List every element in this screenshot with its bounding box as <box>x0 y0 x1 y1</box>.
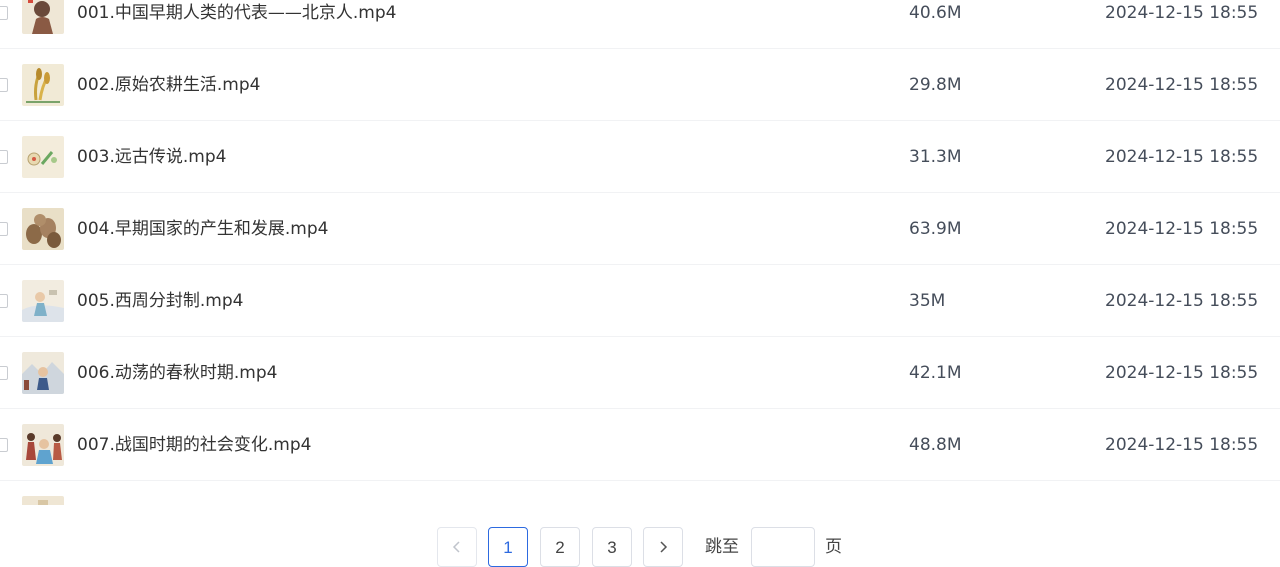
page-suffix-label: 页 <box>825 537 842 557</box>
page-button-2[interactable]: 2 <box>540 527 580 567</box>
page-button-1[interactable]: 1 <box>488 527 528 567</box>
next-page-button[interactable] <box>643 527 683 567</box>
row-checkbox[interactable] <box>0 294 8 308</box>
file-size: 29.8M <box>909 75 962 95</box>
file-row[interactable]: 005.西周分封制.mp4 35M 2024-12-15 18:55 <box>0 265 1280 337</box>
file-name[interactable]: 006.动荡的春秋时期.mp4 <box>77 361 277 385</box>
file-size: 35M <box>909 291 946 311</box>
page-button-3[interactable]: 3 <box>592 527 632 567</box>
prev-page-button[interactable] <box>437 527 477 567</box>
file-row[interactable]: 007.战国时期的社会变化.mp4 48.8M 2024-12-15 18:55 <box>0 409 1280 481</box>
file-row[interactable]: 004.早期国家的产生和发展.mp4 63.9M 2024-12-15 18:5… <box>0 193 1280 265</box>
video-thumbnail[interactable] <box>22 496 64 505</box>
file-row[interactable]: 006.动荡的春秋时期.mp4 42.1M 2024-12-15 18:55 <box>0 337 1280 409</box>
chevron-left-icon <box>452 541 460 553</box>
video-thumbnail[interactable] <box>22 352 64 394</box>
file-name[interactable]: 007.战国时期的社会变化.mp4 <box>77 433 311 457</box>
file-date: 2024-12-15 18:55 <box>1105 219 1259 239</box>
file-size: 42.1M <box>909 363 962 383</box>
row-checkbox[interactable] <box>0 6 8 20</box>
file-name[interactable]: 002.原始农耕生活.mp4 <box>77 73 260 97</box>
file-size: 40.6M <box>909 3 962 23</box>
file-date: 2024-12-15 18:55 <box>1105 75 1259 95</box>
file-date: 2024-12-15 18:55 <box>1105 363 1259 383</box>
video-thumbnail[interactable] <box>22 64 64 106</box>
file-name[interactable]: 005.西周分封制.mp4 <box>77 289 243 313</box>
video-thumbnail[interactable] <box>22 136 64 178</box>
file-name[interactable]: 001.中国早期人类的代表——北京人.mp4 <box>77 1 396 25</box>
file-date: 2024-12-15 18:55 <box>1105 291 1259 311</box>
file-size: 48.8M <box>909 435 962 455</box>
chevron-right-icon <box>660 541 668 553</box>
file-date: 2024-12-15 18:55 <box>1105 147 1259 167</box>
file-date: 2024-12-15 18:55 <box>1105 435 1259 455</box>
file-row[interactable]: 001.中国早期人类的代表——北京人.mp4 40.6M 2024-12-15 … <box>0 0 1280 49</box>
video-thumbnail[interactable] <box>22 424 64 466</box>
file-row[interactable]: 003.远古传说.mp4 31.3M 2024-12-15 18:55 <box>0 121 1280 193</box>
file-row-partial[interactable] <box>0 481 1280 505</box>
row-checkbox[interactable] <box>0 222 8 236</box>
video-thumbnail[interactable] <box>22 280 64 322</box>
file-date: 2024-12-15 18:55 <box>1105 3 1259 23</box>
video-thumbnail[interactable] <box>22 208 64 250</box>
row-checkbox[interactable] <box>0 78 8 92</box>
row-checkbox[interactable] <box>0 150 8 164</box>
file-list: 001.中国早期人类的代表——北京人.mp4 40.6M 2024-12-15 … <box>0 0 1280 505</box>
jump-page-input[interactable] <box>751 527 815 567</box>
row-checkbox[interactable] <box>0 438 8 452</box>
jump-to-label: 跳至 <box>705 537 739 557</box>
file-size: 31.3M <box>909 147 962 167</box>
row-checkbox[interactable] <box>0 366 8 380</box>
video-thumbnail[interactable] <box>22 0 64 34</box>
file-size: 63.9M <box>909 219 962 239</box>
file-name[interactable]: 004.早期国家的产生和发展.mp4 <box>77 217 328 241</box>
file-row[interactable]: 002.原始农耕生活.mp4 29.8M 2024-12-15 18:55 <box>0 49 1280 121</box>
file-name[interactable]: 003.远古传说.mp4 <box>77 145 226 169</box>
